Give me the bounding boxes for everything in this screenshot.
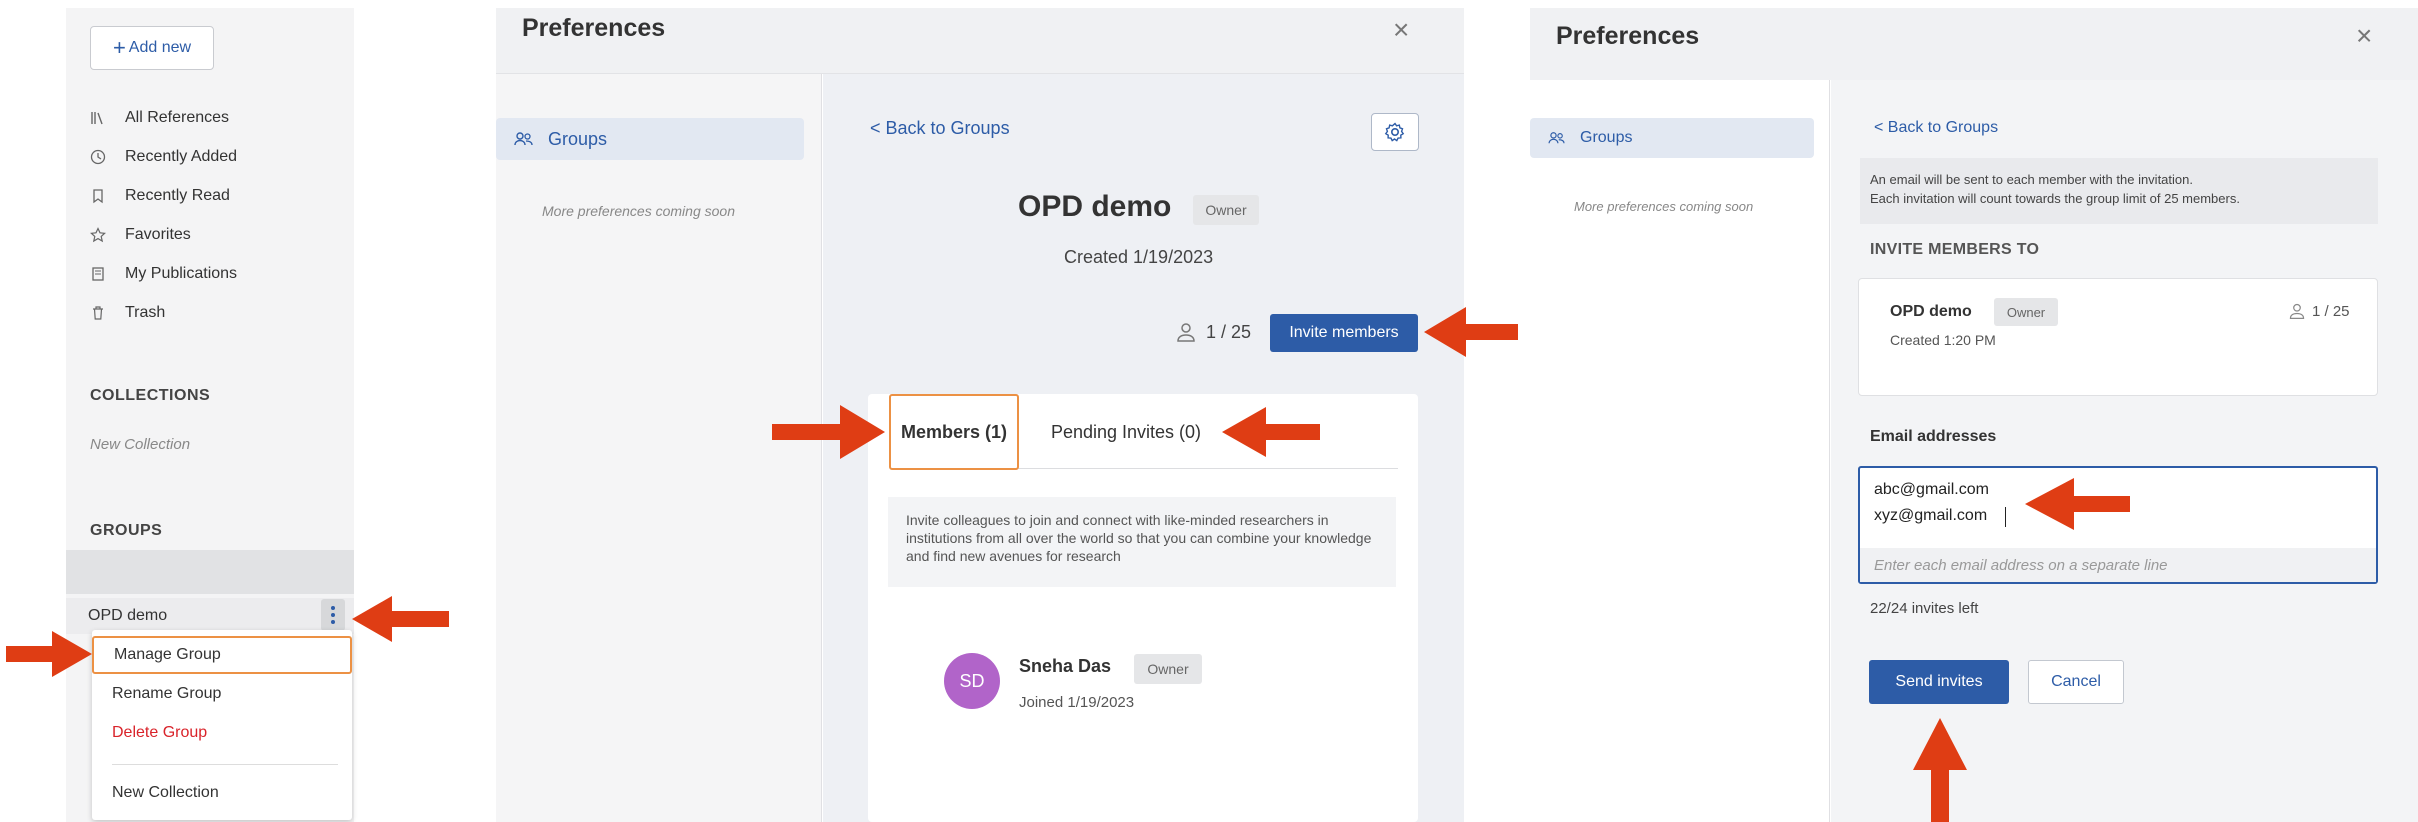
annotation-arrow (352, 596, 449, 642)
annotation-arrow (1913, 718, 1967, 822)
annotation-arrow (6, 631, 92, 677)
annotation-arrow (1424, 307, 1518, 357)
annotation-arrow (772, 405, 885, 459)
annotation-arrows (6, 307, 2130, 822)
annotation-arrow (1222, 407, 1320, 457)
annotation-arrow (2025, 478, 2130, 530)
